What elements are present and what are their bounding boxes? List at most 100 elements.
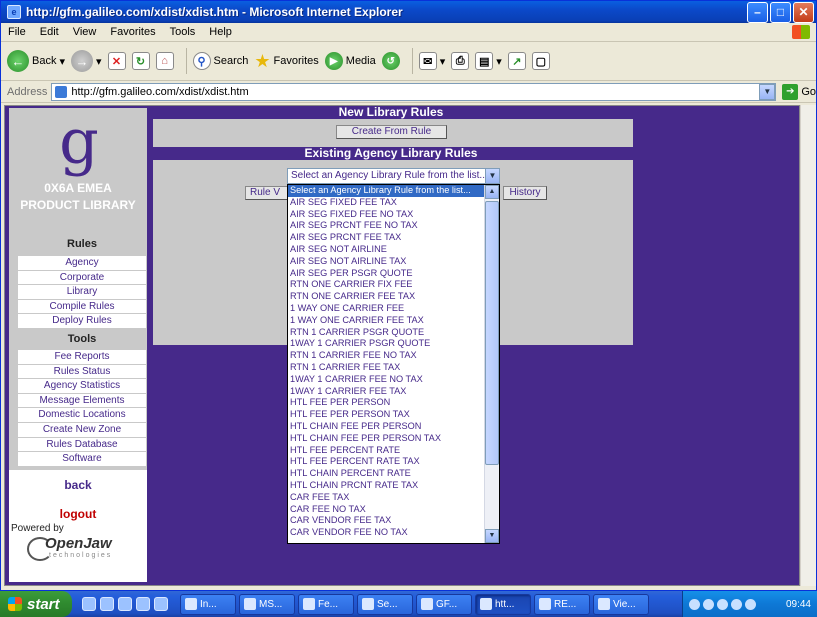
address-input[interactable] xyxy=(71,85,760,98)
messenger-button[interactable]: ▢ xyxy=(531,52,550,70)
address-dropdown-icon[interactable]: ▼ xyxy=(759,83,776,100)
dropdown-option[interactable]: CAR VENDOR FEE TAX xyxy=(288,515,485,527)
media-button[interactable]: ▶ Media xyxy=(324,52,376,70)
dropdown-option[interactable]: RTN 1 CARRIER PSGR QUOTE xyxy=(288,327,485,339)
dropdown-option[interactable]: HTL FEE PERCENT RATE TAX xyxy=(288,456,485,468)
dropdown-scrollbar[interactable]: ▲ ▼ xyxy=(484,185,499,543)
nav-agency[interactable]: Agency xyxy=(18,256,146,271)
close-button[interactable]: ✕ xyxy=(793,1,814,23)
history-toolbar-button[interactable]: ↺ xyxy=(381,52,400,70)
address-box[interactable]: ▼ xyxy=(51,82,777,101)
nav-domestic-locations[interactable]: Domestic Locations xyxy=(18,408,146,423)
menu-favorites[interactable]: Favorites xyxy=(103,26,162,38)
quick-launch-desktop-icon[interactable] xyxy=(118,597,132,611)
maximize-button[interactable]: □ xyxy=(770,1,791,23)
dropdown-option[interactable]: RTN 1 CARRIER FEE NO TAX xyxy=(288,350,485,362)
dropdown-option[interactable]: HTL CHAIN FEE PER PERSON TAX xyxy=(288,433,485,445)
quick-launch-messenger-icon[interactable] xyxy=(136,597,150,611)
mail-dropdown-icon[interactable]: ▾ xyxy=(440,55,446,68)
dropdown-option[interactable]: 1WAY 1 CARRIER FEE TAX xyxy=(288,386,485,398)
menu-tools[interactable]: Tools xyxy=(163,26,203,38)
dropdown-option[interactable]: AIR SEG PRCNT FEE TAX xyxy=(288,232,485,244)
forward-dropdown-icon[interactable]: ▾ xyxy=(96,55,102,68)
menu-edit[interactable]: Edit xyxy=(33,26,66,38)
nav-fee-reports[interactable]: Fee Reports xyxy=(18,350,146,365)
task-button[interactable]: RE... xyxy=(534,593,590,615)
nav-compile-rules[interactable]: Compile Rules xyxy=(18,299,146,315)
history-button[interactable]: History xyxy=(503,186,547,200)
back-dropdown-icon[interactable]: ▾ xyxy=(59,55,65,68)
agency-rule-dropdown-list[interactable]: Select an Agency Library Rule from the l… xyxy=(287,184,500,544)
search-button[interactable]: ⚲ Search xyxy=(192,52,248,70)
menu-file[interactable]: File xyxy=(1,26,33,38)
stop-button[interactable]: ✕ xyxy=(107,52,126,70)
menu-view[interactable]: View xyxy=(66,26,104,38)
favorites-button[interactable]: ★ Favorites xyxy=(254,51,318,72)
mail-button[interactable]: ✉ ▾ xyxy=(418,52,446,70)
tray-shield-icon[interactable] xyxy=(703,598,714,610)
tray-network-icon[interactable] xyxy=(689,598,700,610)
nav-software[interactable]: Software xyxy=(18,452,146,467)
task-button[interactable]: Vie... xyxy=(593,593,649,615)
nav-agency-statistics[interactable]: Agency Statistics xyxy=(18,379,146,394)
start-button[interactable]: start xyxy=(0,591,72,617)
nav-rules-database[interactable]: Rules Database xyxy=(18,437,146,453)
dropdown-option[interactable]: RTN ONE CARRIER FEE TAX xyxy=(288,291,485,303)
dropdown-option[interactable]: HTL FEE PER PERSON xyxy=(288,397,485,409)
quick-launch-app-icon[interactable] xyxy=(154,597,168,611)
title-bar[interactable]: e http://gfm.galileo.com/xdist/xdist.htm… xyxy=(1,1,816,23)
nav-create-new-zone[interactable]: Create New Zone xyxy=(18,422,146,438)
nav-corporate[interactable]: Corporate xyxy=(18,270,146,286)
task-button[interactable]: Fe... xyxy=(298,593,354,615)
tray-messenger-icon[interactable] xyxy=(745,598,756,610)
nav-rules-status[interactable]: Rules Status xyxy=(18,364,146,380)
dropdown-option[interactable]: RTN 1 CARRIER FEE TAX xyxy=(288,362,485,374)
nav-message-elements[interactable]: Message Elements xyxy=(18,393,146,409)
scroll-thumb[interactable] xyxy=(485,201,499,465)
dropdown-option[interactable]: AIR SEG FIXED FEE TAX xyxy=(288,197,485,209)
create-from-rule-button[interactable]: Create From Rule xyxy=(336,125,447,139)
refresh-button[interactable]: ↻ xyxy=(131,52,150,70)
nav-library[interactable]: Library xyxy=(18,285,146,300)
dropdown-option[interactable]: 1WAY 1 CARRIER FEE NO TAX xyxy=(288,374,485,386)
task-button-active[interactable]: htt... xyxy=(475,593,531,615)
dropdown-option[interactable]: HTL CHAIN FEE PER PERSON xyxy=(288,421,485,433)
discuss-button[interactable]: ↗ xyxy=(507,52,526,70)
forward-button[interactable]: → ▾ xyxy=(71,50,102,72)
page-scrollbar[interactable] xyxy=(800,105,816,586)
back-button[interactable]: ← Back ▾ xyxy=(7,50,65,72)
quick-launch-outlook-icon[interactable] xyxy=(100,597,114,611)
go-button[interactable]: ➔ Go xyxy=(782,83,816,100)
dropdown-option[interactable]: 1 WAY ONE CARRIER FEE xyxy=(288,303,485,315)
nav-deploy-rules[interactable]: Deploy Rules xyxy=(18,314,146,329)
dropdown-option[interactable]: HTL CHAIN PERCENT RATE xyxy=(288,468,485,480)
dropdown-option[interactable]: AIR SEG PRCNT FEE NO TAX xyxy=(288,220,485,232)
minimize-button[interactable]: – xyxy=(747,1,768,23)
dropdown-option[interactable]: CAR FEE NO TAX xyxy=(288,504,485,516)
task-button[interactable]: GF... xyxy=(416,593,472,615)
task-button[interactable]: In... xyxy=(180,593,236,615)
menu-help[interactable]: Help xyxy=(202,26,239,38)
dropdown-option[interactable]: 1 WAY ONE CARRIER FEE TAX xyxy=(288,315,485,327)
tray-volume-icon[interactable] xyxy=(731,598,742,610)
edit-button[interactable]: ▤ ▾ xyxy=(475,52,502,70)
scroll-up-icon[interactable]: ▲ xyxy=(485,185,499,199)
edit-dropdown-icon[interactable]: ▾ xyxy=(496,55,502,68)
logout-link[interactable]: logout xyxy=(9,507,147,521)
dropdown-option[interactable]: 1WAY 1 CARRIER PSGR QUOTE xyxy=(288,338,485,350)
dropdown-option[interactable]: AIR SEG PER PSGR QUOTE xyxy=(288,268,485,280)
home-button[interactable]: ⌂ xyxy=(155,52,174,70)
dropdown-option[interactable]: AIR SEG NOT AIRLINE TAX xyxy=(288,256,485,268)
dropdown-option[interactable]: HTL FEE PER PERSON TAX xyxy=(288,409,485,421)
dropdown-option[interactable]: Select an Agency Library Rule from the l… xyxy=(288,185,485,197)
back-link[interactable]: back xyxy=(9,478,147,492)
select-dropdown-icon[interactable]: ▼ xyxy=(485,169,499,183)
scroll-down-icon[interactable]: ▼ xyxy=(485,529,499,543)
dropdown-option[interactable]: HTL FEE PERCENT RATE xyxy=(288,445,485,457)
quick-launch-ie-icon[interactable] xyxy=(82,597,96,611)
print-button[interactable]: ⎙ xyxy=(451,52,470,70)
agency-rule-select[interactable]: Select an Agency Library Rule from the l… xyxy=(287,168,500,184)
task-button[interactable]: MS... xyxy=(239,593,295,615)
task-button[interactable]: Se... xyxy=(357,593,413,615)
tray-antivirus-icon[interactable] xyxy=(717,598,728,610)
